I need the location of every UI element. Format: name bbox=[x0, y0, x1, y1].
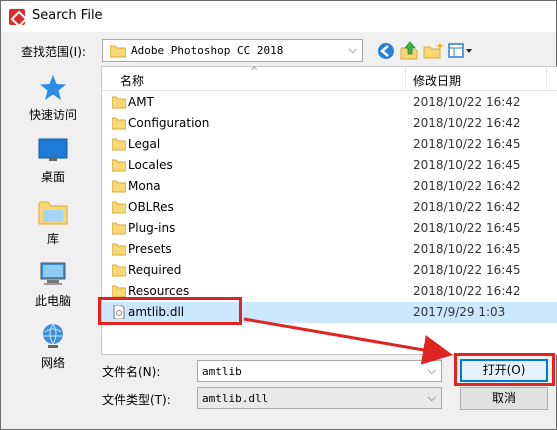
file-name: OBLRes bbox=[128, 200, 174, 214]
view-menu-icon bbox=[448, 43, 472, 58]
new-folder-icon bbox=[423, 42, 444, 59]
filetype-label: 文件类型(T): bbox=[102, 393, 171, 407]
folder-icon bbox=[112, 117, 126, 130]
look-in-label: 查找范围(I): bbox=[21, 45, 86, 59]
file-date: 2018/10/22 16:42 bbox=[413, 200, 521, 214]
place-quick-access[interactable]: 快速访问 bbox=[11, 68, 95, 128]
folder-row[interactable]: Presets 2018/10/22 16:45 bbox=[102, 239, 557, 260]
file-date: 2017/9/29 1:03 bbox=[413, 305, 506, 319]
folder-icon bbox=[112, 96, 126, 109]
place-label: 此电脑 bbox=[34, 294, 71, 308]
window-title: Search File bbox=[32, 8, 103, 23]
column-divider[interactable] bbox=[546, 67, 547, 91]
column-divider[interactable] bbox=[405, 67, 406, 91]
open-button[interactable]: 打开(O) bbox=[460, 359, 548, 382]
chevron-down-icon: ⌵ bbox=[427, 391, 436, 404]
folder-icon bbox=[112, 201, 126, 214]
filename-field[interactable]: amtlib ⌵ bbox=[197, 360, 442, 382]
star-icon bbox=[40, 75, 66, 100]
place-label: 库 bbox=[46, 232, 59, 246]
file-name: Configuration bbox=[128, 116, 210, 130]
sort-up-icon: ^ bbox=[250, 66, 259, 77]
file-name: AMT bbox=[128, 95, 154, 109]
cancel-button[interactable]: 取消 bbox=[460, 387, 548, 410]
title-bar[interactable]: Search File bbox=[1, 1, 556, 32]
file-name: Locales bbox=[128, 158, 173, 172]
place-this-pc[interactable]: 此电脑 bbox=[11, 254, 95, 314]
library-icon bbox=[38, 201, 68, 225]
file-name: Mona bbox=[128, 179, 161, 193]
app-icon bbox=[9, 9, 25, 25]
places-bar: 快速访问 桌面 库 此电脑 网络 bbox=[11, 66, 95, 376]
place-library[interactable]: 库 bbox=[11, 192, 95, 252]
place-label: 网络 bbox=[40, 356, 65, 370]
view-menu-button[interactable] bbox=[447, 40, 475, 62]
folder-icon bbox=[112, 138, 126, 151]
folder-row[interactable]: Resources 2018/10/22 16:42 bbox=[102, 281, 557, 302]
filename-value: amtlib bbox=[202, 365, 242, 378]
file-name: amtlib.dll bbox=[128, 305, 185, 319]
file-name: Required bbox=[128, 263, 182, 277]
file-list[interactable]: ^ 名称 修改日期 AMT 2018/10/22 16:42 Configurati… bbox=[101, 66, 557, 355]
folder-icon bbox=[112, 285, 126, 298]
file-date: 2018/10/22 16:42 bbox=[413, 116, 521, 130]
folder-row[interactable]: Plug-ins 2018/10/22 16:45 bbox=[102, 218, 557, 239]
filetype-value: amtlib.dll bbox=[202, 392, 269, 405]
file-name: Presets bbox=[128, 242, 172, 256]
folder-row[interactable]: OBLRes 2018/10/22 16:42 bbox=[102, 197, 557, 218]
folder-row[interactable]: AMT 2018/10/22 16:42 bbox=[102, 92, 557, 113]
folder-row[interactable]: Required 2018/10/22 16:45 bbox=[102, 260, 557, 281]
chevron-down-icon: ⌵ bbox=[348, 43, 357, 56]
place-label: 快速访问 bbox=[28, 108, 77, 122]
folder-icon bbox=[112, 243, 126, 256]
back-arrow-icon bbox=[378, 43, 394, 59]
place-desktop[interactable]: 桌面 bbox=[11, 130, 95, 190]
file-date: 2018/10/22 16:45 bbox=[413, 263, 521, 277]
dll-file-icon bbox=[113, 305, 125, 319]
desktop-icon bbox=[38, 138, 68, 161]
file-date: 2018/10/22 16:45 bbox=[413, 242, 521, 256]
folder-row[interactable]: Mona 2018/10/22 16:42 bbox=[102, 176, 557, 197]
file-date: 2018/10/22 16:45 bbox=[413, 221, 521, 235]
file-date: 2018/10/22 16:42 bbox=[413, 179, 521, 193]
up-folder-icon bbox=[400, 41, 418, 60]
file-name: Legal bbox=[128, 137, 161, 151]
column-date-header[interactable]: 修改日期 bbox=[413, 72, 461, 89]
chevron-down-icon[interactable]: ⌵ bbox=[428, 364, 436, 378]
file-name: Plug-ins bbox=[128, 221, 176, 235]
computer-icon bbox=[40, 262, 66, 285]
search-file-dialog: Search File 查找范围(I): Adobe Photoshop CC … bbox=[0, 0, 557, 430]
place-label: 桌面 bbox=[40, 170, 65, 184]
file-date: 2018/10/22 16:42 bbox=[413, 95, 521, 109]
file-name: Resources bbox=[128, 284, 190, 298]
filetype-dropdown[interactable]: amtlib.dll ⌵ bbox=[197, 387, 442, 409]
folder-icon bbox=[110, 45, 126, 58]
file-date: 2018/10/22 16:42 bbox=[413, 284, 521, 298]
filename-label: 文件名(N): bbox=[102, 365, 161, 379]
folder-row[interactable]: Legal 2018/10/22 16:45 bbox=[102, 134, 557, 155]
column-header: ^ 名称 修改日期 bbox=[102, 66, 557, 91]
up-folder-button[interactable] bbox=[399, 40, 421, 62]
file-date: 2018/10/22 16:45 bbox=[413, 137, 521, 151]
look-in-value: Adobe Photoshop CC 2018 bbox=[131, 44, 284, 57]
folder-row[interactable]: Locales 2018/10/22 16:45 bbox=[102, 155, 557, 176]
place-network[interactable]: 网络 bbox=[11, 316, 95, 376]
new-folder-button[interactable] bbox=[423, 40, 445, 62]
folder-icon bbox=[112, 180, 126, 193]
network-icon bbox=[43, 323, 63, 348]
file-date: 2018/10/22 16:45 bbox=[413, 158, 521, 172]
folder-icon bbox=[112, 222, 126, 235]
folder-icon bbox=[112, 159, 126, 172]
folder-icon bbox=[112, 264, 126, 277]
file-row[interactable]: amtlib.dll 2017/9/29 1:03 bbox=[102, 302, 557, 323]
look-in-dropdown[interactable]: Adobe Photoshop CC 2018 ⌵ bbox=[102, 39, 363, 62]
column-name-header[interactable]: 名称 bbox=[120, 72, 144, 89]
back-button[interactable] bbox=[375, 40, 397, 62]
folder-row[interactable]: Configuration 2018/10/22 16:42 bbox=[102, 113, 557, 134]
